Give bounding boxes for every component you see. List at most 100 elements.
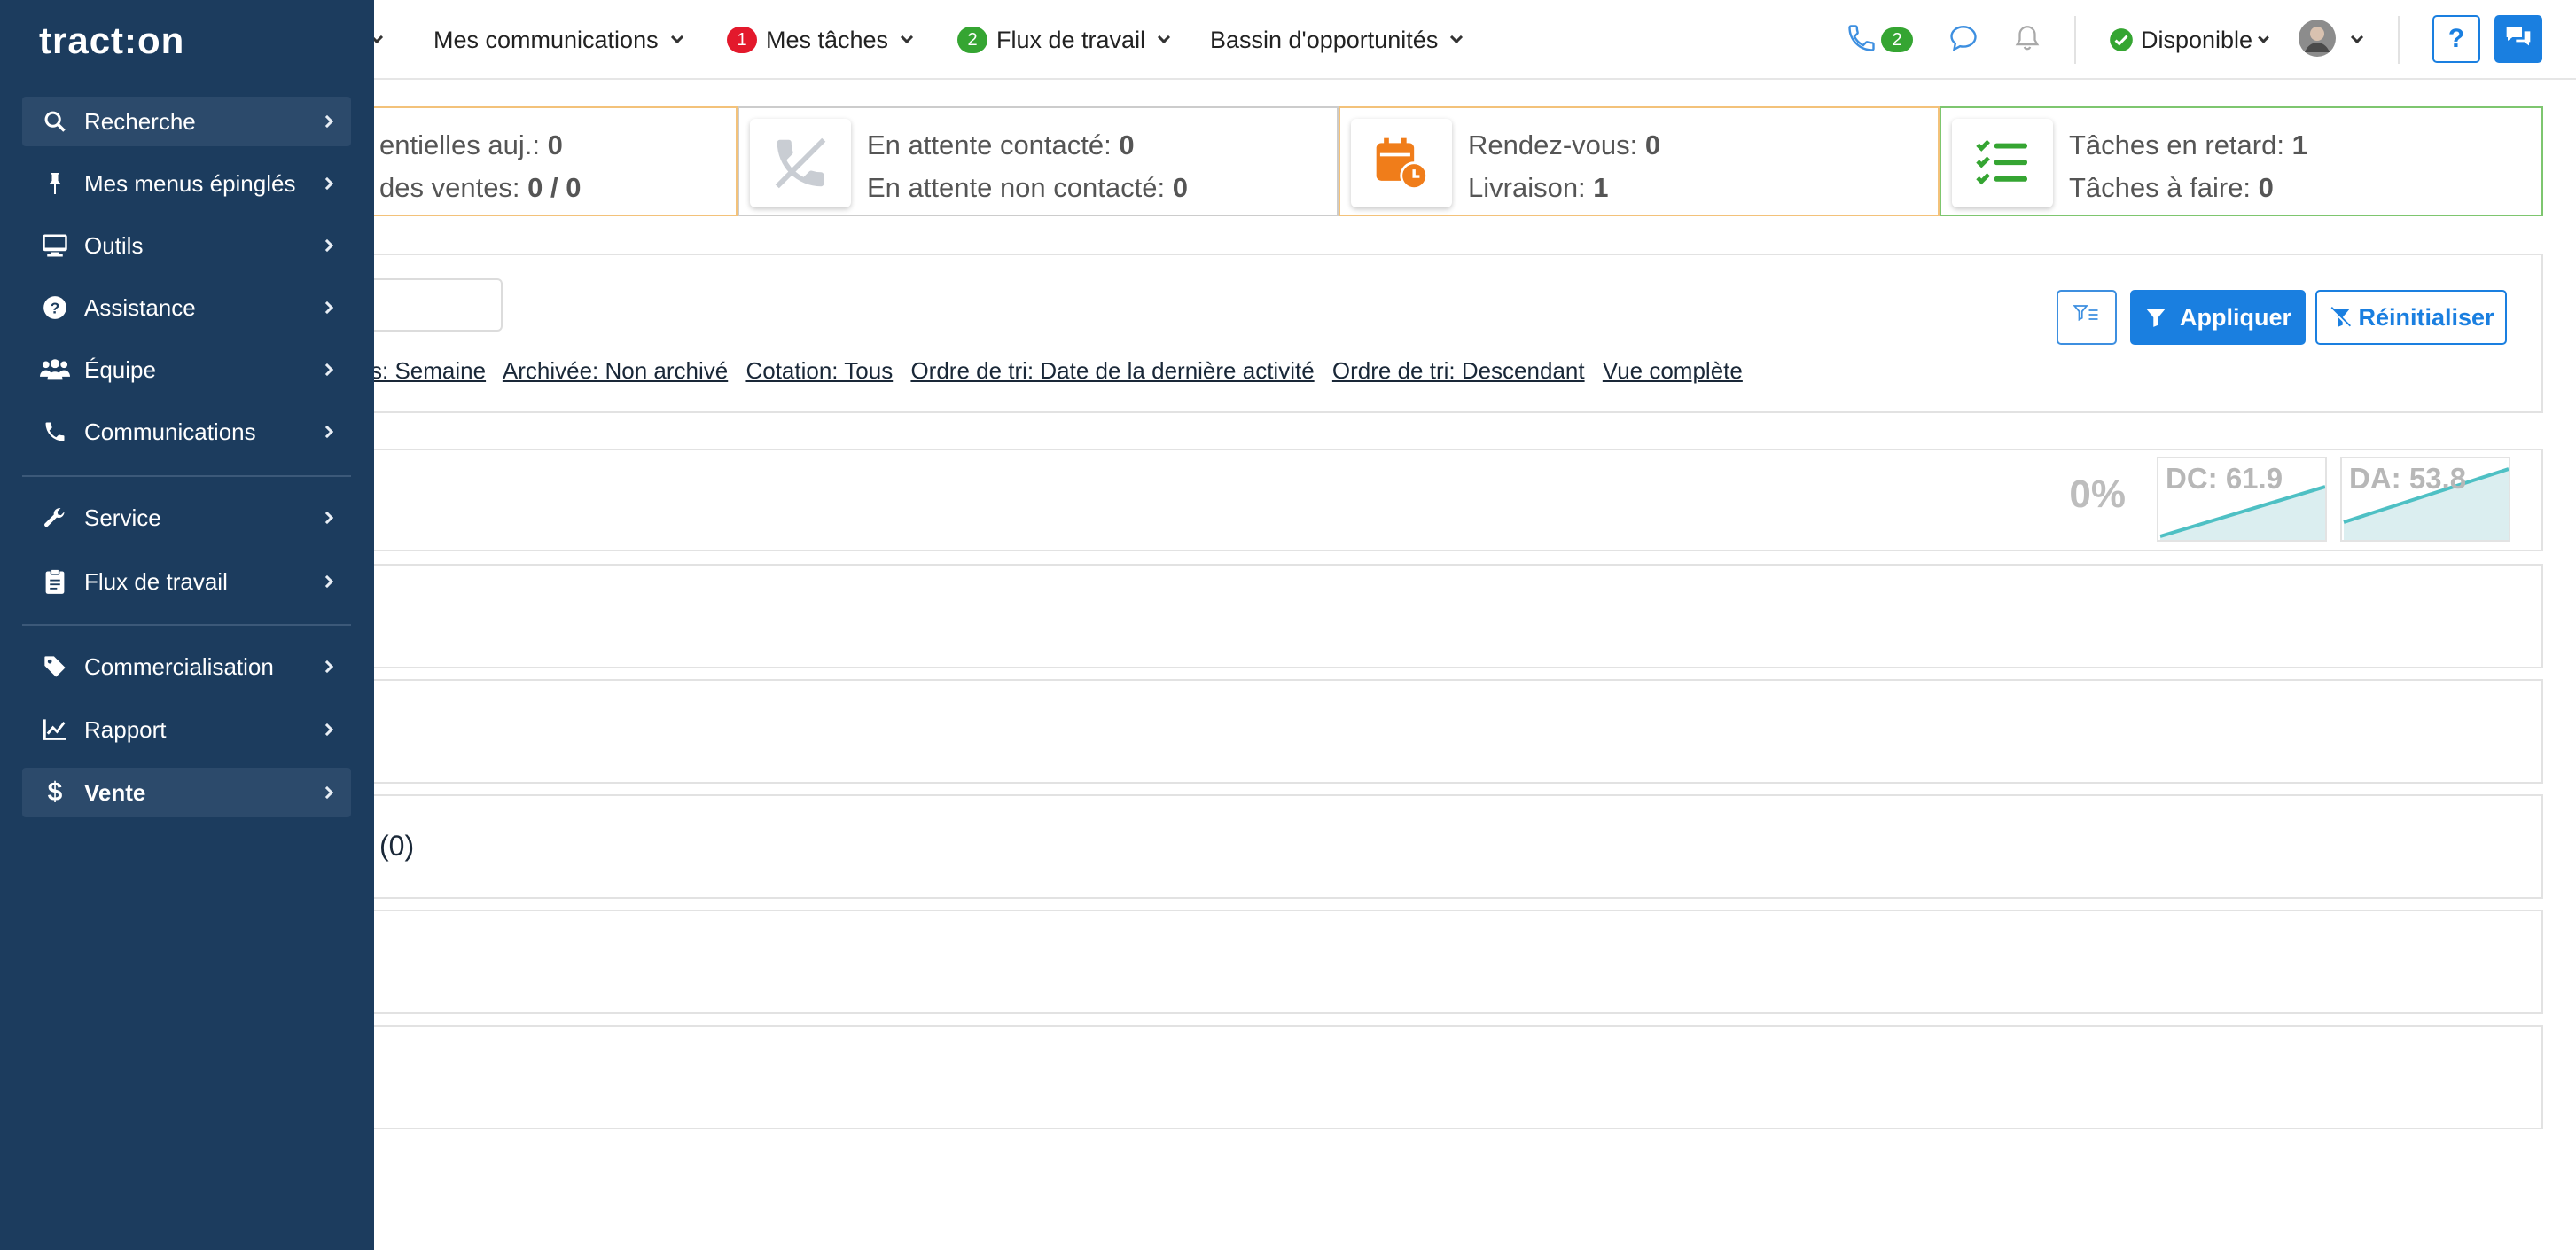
phone-icon — [22, 419, 84, 444]
filter-chip[interactable]: Ordre de tri: Date de la dernière activi… — [910, 357, 1314, 384]
apply-button[interactable]: Appliquer — [2130, 290, 2306, 345]
sidebar-item-communications[interactable]: Communications — [22, 407, 351, 457]
phone-count-badge: 2 — [1881, 27, 1913, 52]
card-value: 0 — [2258, 172, 2274, 203]
stat-card-appointments[interactable]: Rendez-vous: 0 Livraison: 1 — [1339, 106, 1940, 216]
divider — [2398, 16, 2400, 64]
messages-button[interactable] — [2494, 15, 2542, 63]
nav-mes-taches[interactable]: 1 Mes tâches — [727, 0, 914, 80]
sidebar-item-flux-de-travail[interactable]: Flux de travail — [22, 557, 351, 606]
nav-flux-de-travail[interactable]: 2 Flux de travail — [957, 0, 1171, 80]
sparkline-da: DA: 53.8 — [2340, 457, 2510, 542]
help-button[interactable]: ? — [2432, 15, 2480, 63]
stat-card-tasks[interactable]: Tâches en retard: 1 Tâches à faire: 0 — [1940, 106, 2543, 216]
section-panel[interactable] — [0, 1025, 2543, 1129]
sidebar-item-label: Vente — [84, 778, 146, 806]
reset-label: Réinitialiser — [2358, 303, 2494, 331]
reset-button[interactable]: Réinitialiser — [2315, 290, 2507, 345]
comments-icon — [2504, 24, 2533, 55]
sidebar-item-service[interactable]: Service — [22, 493, 351, 543]
nav-label: Mes communications — [433, 26, 659, 53]
filter-chip[interactable]: s: Semaine — [371, 357, 486, 384]
workflow-count-badge: 2 — [957, 27, 987, 53]
nav-bassin-opportunites[interactable]: Bassin d'opportunités — [1210, 0, 1464, 80]
sidebar-item-label: Mes menus épinglés — [84, 169, 296, 197]
chart-line-icon — [22, 718, 84, 741]
chevron-right-icon — [320, 176, 334, 191]
sidebar-item-recherche[interactable]: Recherche — [22, 97, 351, 146]
sidebar-item-menus-epingles[interactable]: Mes menus épinglés — [22, 159, 351, 208]
card-value: 0 — [1644, 129, 1661, 160]
card-value: 0 / 0 — [527, 172, 582, 203]
filter-chip[interactable]: Archivée: Non archivé — [503, 357, 728, 384]
chevron-right-icon — [320, 114, 334, 129]
sidebar-item-label: Communications — [84, 418, 256, 445]
sidebar-item-commercialisation[interactable]: Commercialisation — [22, 642, 351, 691]
card-value: 1 — [2291, 129, 2307, 160]
phone-icon — [1846, 22, 1877, 59]
clipboard-icon — [22, 568, 84, 595]
nav-label: Bassin d'opportunités — [1210, 26, 1439, 53]
section-panel[interactable] — [0, 679, 2543, 784]
filter-chip[interactable]: Ordre de tri: Descendant — [1332, 357, 1585, 384]
status-selector[interactable]: Disponible — [2109, 0, 2269, 80]
phone-button[interactable]: 2 — [1846, 0, 1922, 80]
chevron-down-icon — [2350, 30, 2364, 44]
sidebar-item-vente[interactable]: $ Vente — [22, 768, 351, 817]
pin-icon — [22, 171, 84, 196]
traction-logo[interactable]: tract:on — [39, 20, 184, 62]
sidebar-item-label: Service — [84, 504, 161, 531]
section-panel[interactable]: (0) — [0, 794, 2543, 899]
chat-button[interactable] — [1948, 0, 1979, 80]
chevron-right-icon — [320, 238, 334, 253]
filter-chip[interactable]: Cotation: Tous — [745, 357, 893, 384]
sidebar-item-outils[interactable]: Outils — [22, 221, 351, 270]
phone-slash-icon — [750, 119, 851, 207]
conversion-percent: 0% — [2069, 473, 2126, 516]
sidebar-divider — [22, 624, 351, 626]
nav-label: Flux de travail — [996, 26, 1146, 53]
nav-mes-communications[interactable]: Mes communications — [433, 0, 683, 80]
section-count: (0) — [379, 830, 415, 862]
sidebar-item-assistance[interactable]: ? Assistance — [22, 283, 351, 332]
task-list-icon — [1952, 119, 2053, 207]
svg-text:?: ? — [51, 299, 60, 316]
sparkline-label: DA: 53.8 — [2349, 462, 2467, 495]
sidebar-item-equipe[interactable]: Équipe — [22, 345, 351, 395]
advanced-filter-button[interactable] — [2057, 290, 2117, 345]
monitor-icon — [22, 233, 84, 258]
sidebar-item-rapport[interactable]: Rapport — [22, 705, 351, 754]
card-value: 1 — [1593, 172, 1609, 203]
apply-label: Appliquer — [2180, 303, 2291, 331]
sidebar-item-label: Assistance — [84, 293, 196, 321]
search-icon — [22, 109, 84, 134]
bell-icon — [2012, 22, 2042, 59]
status-label: Disponible — [2141, 26, 2253, 53]
chevron-down-icon — [670, 30, 683, 44]
chevron-right-icon — [320, 363, 334, 377]
users-icon — [22, 358, 84, 381]
card-value: 0 — [1119, 129, 1135, 160]
top-bar: Mes communications 1 Mes tâches 2 Flux d… — [0, 0, 2576, 80]
chevron-down-icon — [900, 30, 914, 44]
section-panel[interactable] — [0, 910, 2543, 1014]
sidebar-item-label: Commercialisation — [84, 652, 274, 680]
chevron-right-icon — [320, 511, 334, 525]
tasks-count-badge: 1 — [727, 27, 757, 53]
filter-chip[interactable]: Vue complète — [1603, 357, 1743, 384]
chevron-right-icon — [320, 723, 334, 737]
active-filters: s: Semaine Archivée: Non archivé Cotatio… — [371, 357, 1754, 385]
sidebar-item-label: Flux de travail — [84, 567, 228, 595]
stat-card-waiting[interactable]: En attente contacté: 0 En attente non co… — [738, 106, 1339, 216]
chevron-right-icon — [320, 660, 334, 674]
user-menu[interactable] — [2298, 0, 2364, 80]
card-value: 0 — [547, 129, 563, 160]
filter-icon — [2144, 306, 2167, 329]
section-panel[interactable] — [0, 564, 2543, 668]
chevron-right-icon — [320, 574, 334, 589]
check-circle-icon — [2109, 27, 2134, 52]
sidebar: tract:on Recherche Mes menus épinglés Ou… — [0, 0, 374, 1250]
notifications-button[interactable] — [2012, 0, 2042, 80]
sparkline-dc: DC: 61.9 — [2157, 457, 2327, 542]
divider — [2074, 16, 2076, 64]
